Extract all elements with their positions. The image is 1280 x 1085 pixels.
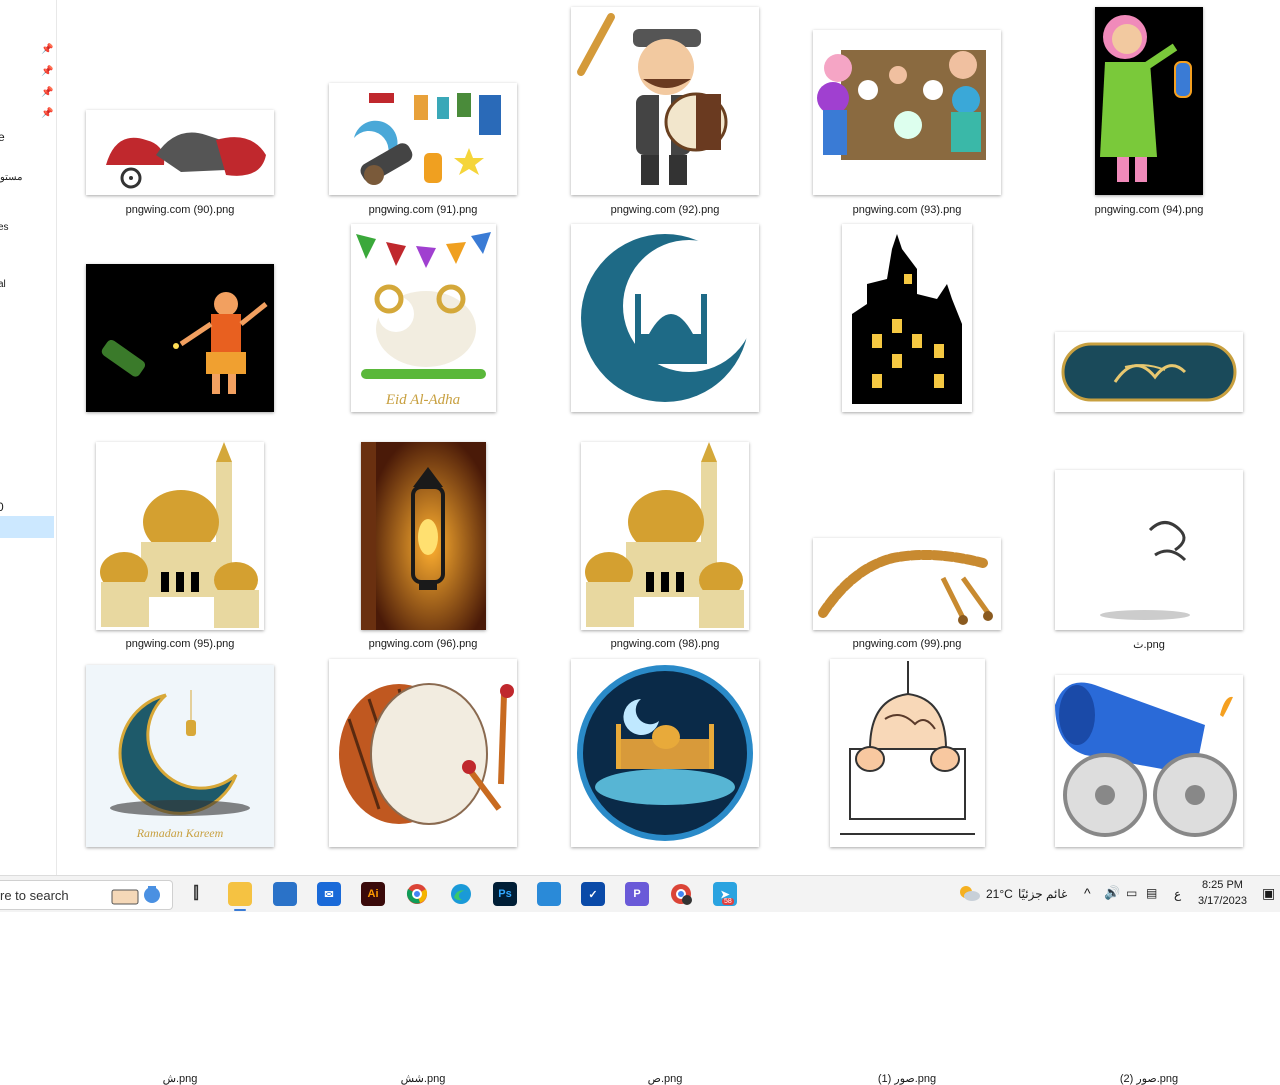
chrome-icon[interactable] [405, 882, 429, 906]
file-grid: pngwing.com (90).png pngwing.com (91).pn… [60, 0, 1280, 1085]
photoshop-icon[interactable]: Ps [493, 882, 517, 906]
task-view-icon[interactable]: ⫿ [184, 882, 208, 906]
file-thumbnail[interactable] [96, 442, 264, 630]
file-thumbnail[interactable] [1095, 7, 1203, 195]
file-name[interactable]: صور (2).png [1029, 1072, 1269, 1085]
file-name[interactable]: pngwing.com (92).png [545, 204, 785, 216]
system-tray: 21°C غائم جزئيًا ^ 🔊 ▭ ▤ ع 8:25 PM 3/17/… [950, 876, 1280, 912]
edge-icon[interactable] [449, 882, 473, 906]
file-thumbnail[interactable] [842, 224, 972, 412]
pin-icon[interactable]: 📌 [41, 66, 53, 78]
defender-icon[interactable]: ✓ [581, 882, 605, 906]
clock-date[interactable]: 3/17/2023 [1198, 895, 1247, 907]
taskbar-search[interactable]: re to search [0, 880, 173, 910]
navigation-pane: 📌 📌 📌 📌 e مستو es al 0 [0, 0, 57, 875]
file-thumbnail[interactable] [329, 659, 517, 847]
language-indicator[interactable]: ع [1174, 887, 1181, 901]
file-thumbnail[interactable] [813, 30, 1001, 195]
file-name[interactable]: ث.png [1029, 638, 1269, 651]
file-name[interactable]: شش.png [303, 1072, 543, 1085]
nav-selection[interactable] [0, 516, 54, 538]
file-thumbnail[interactable] [1055, 332, 1243, 412]
volume-icon[interactable]: 🔊 [1104, 885, 1120, 901]
nav-item[interactable]: 0 [0, 500, 4, 514]
weather-icon[interactable] [958, 884, 980, 902]
weather-text[interactable]: غائم جزئيًا [1018, 887, 1067, 901]
file-name[interactable]: ش.png [60, 1072, 300, 1085]
file-thumbnail[interactable] [813, 538, 1001, 630]
battery-icon[interactable]: ▭ [1126, 886, 1137, 900]
chrome-profile-icon[interactable] [669, 882, 693, 906]
file-thumbnail[interactable] [581, 442, 749, 630]
mail-icon[interactable]: ✉ [317, 882, 341, 906]
network-icon[interactable]: ▤ [1146, 886, 1157, 900]
pdf-app-icon[interactable]: P [625, 882, 649, 906]
file-name[interactable]: ص.png [545, 1072, 785, 1085]
taskbar: re to search ⫿ ✉ Ai Ps ✓ P ➤ 58 21°C غائ… [0, 875, 1280, 912]
weather-temp[interactable]: 21°C [986, 887, 1013, 901]
search-placeholder[interactable]: re to search [0, 888, 69, 903]
file-thumbnail[interactable] [360, 442, 486, 630]
pin-icon[interactable]: 📌 [41, 108, 53, 120]
file-name[interactable]: pngwing.com (96).png [303, 638, 543, 650]
file-name[interactable]: pngwing.com (90).png [60, 204, 300, 216]
file-thumbnail[interactable] [571, 659, 759, 847]
thumbnail-caption: Eid Al-Adha [384, 392, 459, 408]
store-icon[interactable] [273, 882, 297, 906]
notifications-icon[interactable]: ▣ [1262, 885, 1275, 902]
thumbnail-caption: Ramadan Kareem [136, 826, 224, 840]
illustrator-icon[interactable]: Ai [361, 882, 385, 906]
chevron-up-icon[interactable]: ^ [1084, 885, 1091, 901]
file-thumbnail[interactable]: Eid Al-Adha [350, 224, 496, 412]
file-thumbnail[interactable] [1055, 470, 1243, 630]
file-thumbnail[interactable] [329, 83, 517, 195]
file-name[interactable]: pngwing.com (98).png [545, 638, 785, 650]
nav-item[interactable]: e [0, 130, 5, 144]
file-thumbnail[interactable] [86, 264, 274, 412]
pin-icon[interactable]: 📌 [41, 44, 53, 56]
file-name[interactable]: pngwing.com (93).png [787, 204, 1027, 216]
nav-item[interactable]: al [0, 279, 6, 290]
file-thumbnail[interactable] [829, 659, 985, 847]
file-thumbnail[interactable] [571, 7, 759, 195]
file-thumbnail[interactable] [571, 224, 759, 412]
telegram-badge: 58 [722, 898, 734, 905]
file-thumbnail[interactable] [1055, 675, 1243, 847]
nav-item[interactable]: es [0, 222, 9, 233]
pin-icon[interactable]: 📌 [41, 87, 53, 99]
file-name[interactable]: pngwing.com (94).png [1029, 204, 1269, 216]
clock-time[interactable]: 8:25 PM [1202, 879, 1243, 891]
file-name[interactable]: صور (1).png [787, 1072, 1027, 1085]
file-thumbnail[interactable]: Ramadan Kareem [86, 665, 274, 847]
file-name[interactable]: pngwing.com (99).png [787, 638, 1027, 650]
file-name[interactable]: pngwing.com (91).png [303, 204, 543, 216]
file-explorer-icon[interactable] [228, 882, 252, 911]
search-highlight-icon[interactable] [108, 884, 168, 906]
file-name[interactable]: pngwing.com (95).png [60, 638, 300, 650]
photos-icon[interactable] [537, 882, 561, 906]
file-thumbnail[interactable] [86, 110, 274, 195]
nav-item[interactable]: مستو [0, 172, 22, 183]
